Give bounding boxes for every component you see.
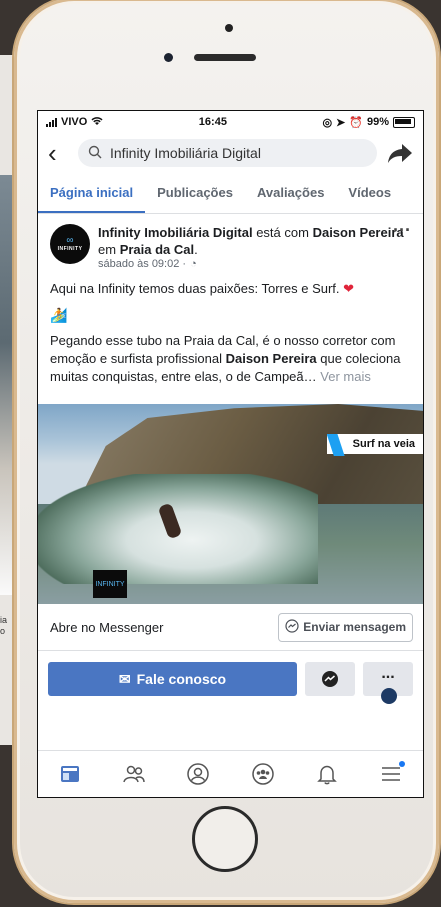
profile-icon[interactable]	[185, 761, 211, 787]
search-row: ‹ Infinity Imobiliária Digital	[38, 133, 423, 173]
signal-icon	[46, 117, 57, 127]
wave-emoji-icon: 🏄	[50, 307, 68, 323]
messenger-button[interactable]	[305, 662, 355, 696]
lock-rotation-icon: ◎	[322, 116, 333, 129]
home-button[interactable]	[192, 806, 258, 872]
action-bar: ✉ Fale conosco ...	[38, 651, 423, 704]
background-text: ia o	[0, 615, 8, 636]
sensor-dot	[225, 24, 233, 32]
globe-icon: ◔	[190, 258, 197, 270]
carrier-label: VIVO	[61, 116, 88, 128]
battery-icon	[393, 116, 415, 128]
status-bar: VIVO 16:45 ◎ ➤ ⏰ 99%	[38, 111, 423, 133]
notification-dot	[398, 761, 405, 767]
friends-icon[interactable]	[121, 761, 147, 787]
infinity-logo-icon: ∞	[66, 235, 74, 246]
see-more-link[interactable]: Ver mais	[320, 369, 371, 384]
avatar[interactable]: ∞ INFINITY	[50, 224, 90, 264]
tab-reviews[interactable]: Avaliações	[257, 173, 336, 213]
search-query: Infinity Imobiliária Digital	[110, 145, 261, 161]
share-icon[interactable]	[387, 142, 413, 164]
tab-home[interactable]: Página inicial	[38, 173, 146, 213]
post-photo[interactable]: Surf na veia INFINITY	[38, 404, 423, 604]
tab-videos[interactable]: Vídeos	[348, 173, 403, 213]
messenger-label: Abre no Messenger	[50, 619, 164, 635]
messenger-icon	[285, 618, 299, 636]
home-icon[interactable]	[57, 761, 83, 787]
author-link[interactable]: Infinity Imobiliária Digital	[98, 225, 253, 240]
search-icon	[88, 145, 102, 162]
page-tabs: Página inicial Publicações Avaliações Ví…	[38, 173, 423, 214]
tab-posts[interactable]: Publicações	[157, 173, 245, 213]
floating-dot	[381, 688, 397, 704]
bell-icon[interactable]	[314, 761, 340, 787]
photo-badge: Surf na veia	[326, 434, 423, 456]
phone-screen: VIVO 16:45 ◎ ➤ ⏰ 99% ‹ Infinity Imobiliá…	[37, 110, 424, 798]
post-body: Aqui na Infinity temos duas paixões: Tor…	[38, 274, 423, 400]
post-header: ∞ INFINITY Infinity Imobiliária Digital …	[38, 214, 423, 274]
photo-watermark-logo: INFINITY	[93, 570, 127, 598]
earpiece-speaker	[194, 54, 256, 61]
messenger-bubble-icon	[322, 671, 338, 687]
groups-icon[interactable]	[250, 761, 276, 787]
send-message-button[interactable]: Enviar mensagem	[278, 612, 413, 642]
wifi-icon	[91, 116, 103, 129]
location-icon: ➤	[336, 116, 346, 129]
clock: 16:45	[198, 116, 227, 128]
bottom-nav	[38, 750, 423, 797]
contact-us-button[interactable]: ✉ Fale conosco	[48, 662, 297, 696]
menu-icon[interactable]	[378, 761, 405, 787]
back-chevron-icon[interactable]: ‹	[48, 140, 68, 166]
battery-percent: 99%	[366, 116, 389, 128]
badge-stripe	[326, 434, 345, 456]
envelope-icon: ✉	[118, 670, 131, 687]
more-options-icon[interactable]: ···	[393, 220, 411, 241]
front-camera	[164, 53, 173, 62]
heart-emoji-icon: ❤	[343, 281, 355, 296]
alarm-icon: ⏰	[349, 116, 363, 129]
post-timestamp: sábado às 09:02 · ◔	[98, 258, 197, 270]
search-input[interactable]: Infinity Imobiliária Digital	[78, 139, 377, 167]
place-link[interactable]: Praia da Cal	[120, 242, 194, 257]
messenger-row: Abre no Messenger Enviar mensagem	[38, 604, 423, 651]
post-attribution: Infinity Imobiliária Digital está com Da…	[98, 225, 404, 257]
more-button[interactable]: ...	[363, 662, 413, 704]
tagged-person-link[interactable]: Daison Pereira	[313, 225, 404, 240]
